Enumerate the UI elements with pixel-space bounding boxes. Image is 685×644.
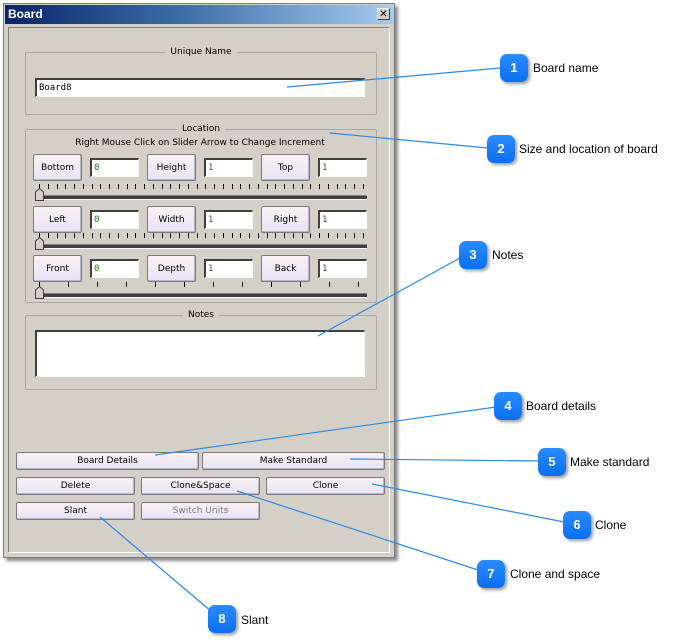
callout-text-5: Make standard	[570, 455, 650, 469]
callout-text-1: Board name	[533, 61, 599, 75]
callout-lines	[99, 67, 565, 613]
callout-badge-8: 8	[208, 605, 236, 633]
callout-line-4	[154, 406, 497, 456]
callout-line-5	[349, 458, 542, 462]
callout-badge-3: 3	[459, 241, 487, 269]
callout-badge-7: 7	[477, 560, 505, 588]
callout-line-8	[99, 516, 213, 613]
callout-text-4: Board details	[526, 399, 597, 413]
callout-text-8: Slant	[241, 613, 269, 627]
callout-text-3: Notes	[492, 248, 524, 262]
callout-line-7	[236, 490, 479, 571]
callout-line-6	[371, 483, 565, 523]
callout-text-2: Size and location of board	[519, 142, 658, 156]
callout-badge-4: 4	[494, 392, 522, 420]
callout-text-7: Clone and space	[510, 567, 601, 581]
callout-badge-2: 2	[487, 135, 515, 163]
callout-badge-6: 6	[563, 511, 591, 539]
callout-badge-5: 5	[538, 448, 566, 476]
callout-text-6: Clone	[595, 518, 627, 532]
callout-line-1	[286, 67, 501, 88]
callout-line-2	[329, 132, 489, 149]
callout-line-3	[317, 257, 461, 337]
callout-badge-1: 1	[500, 54, 528, 82]
